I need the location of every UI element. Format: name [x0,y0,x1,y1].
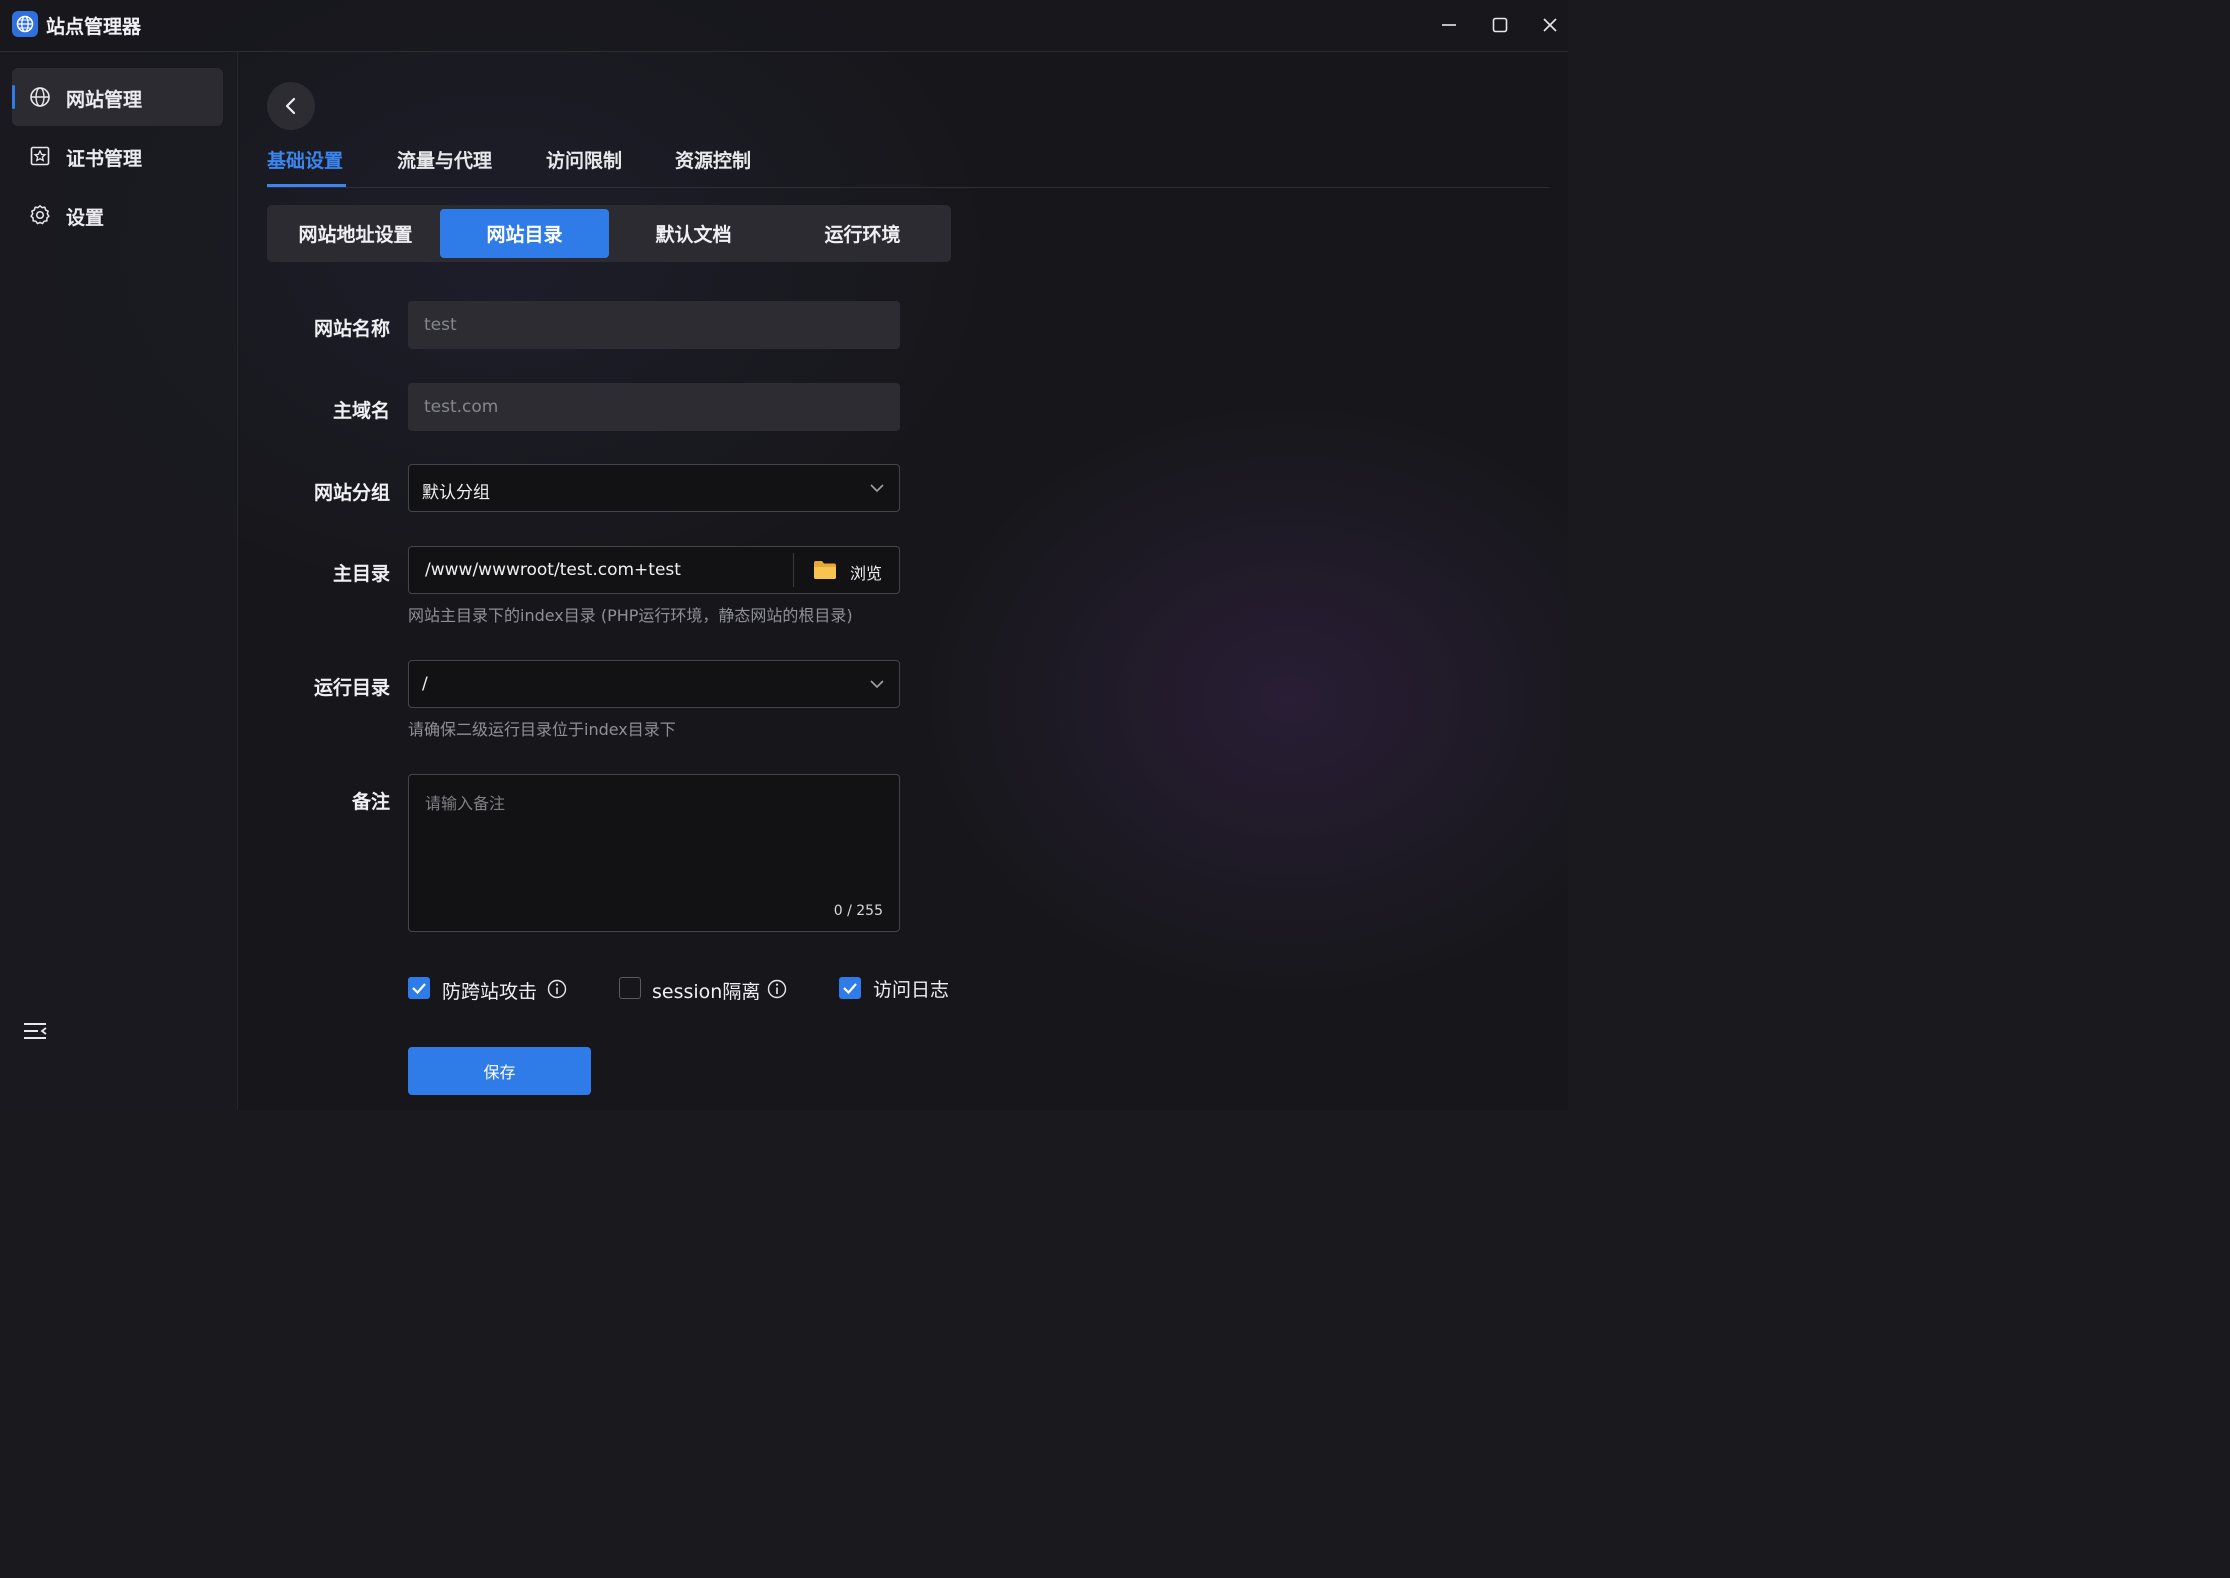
app-logo-icon [12,11,38,37]
certificate-icon [30,146,50,166]
subtab-site-directory[interactable]: 网站目录 [440,209,609,258]
group-select-value: 默认分组 [422,483,490,503]
save-button[interactable]: 保存 [408,1047,591,1095]
info-icon[interactable] [767,979,787,999]
remark-textarea[interactable]: 请输入备注 0 / 255 [408,774,900,932]
subtab-default-document[interactable]: 默认文档 [609,209,778,258]
subtab-runtime[interactable]: 运行环境 [778,209,947,258]
root-dir-group: 浏览 [408,546,900,594]
anti-xss-label: 防跨站攻击 [442,981,538,1003]
run-dir-select-value: / [422,674,428,694]
menu-collapse-icon[interactable] [22,1020,48,1042]
active-tab-underline [267,184,346,187]
active-indicator [12,85,15,109]
sidebar-item-site-management[interactable]: 网站管理 [12,68,223,126]
close-icon[interactable] [1537,12,1563,38]
remark-label: 备注 [351,791,390,813]
group-label: 网站分组 [313,482,390,504]
sidebar-item-settings[interactable]: 设置 [12,186,223,244]
sidebar-item-label: 设置 [66,207,105,229]
title-bar: 站点管理器 [0,0,1568,52]
folder-icon [814,561,836,579]
session-isolation-label: session隔离 [652,981,761,1003]
site-name-field [408,301,900,349]
chevron-down-icon [870,484,884,493]
maximize-icon[interactable] [1487,12,1513,38]
root-dir-input[interactable] [409,547,793,593]
sidebar-item-label: 网站管理 [66,89,143,111]
run-dir-label: 运行目录 [313,677,390,699]
domain-label: 主域名 [332,400,390,422]
group-select[interactable]: 默认分组 [408,464,900,512]
tab-resource-control[interactable]: 资源控制 [675,146,751,173]
browse-button[interactable]: 浏览 [794,547,899,593]
run-dir-hint: 请确保二级运行目录位于index目录下 [408,720,676,739]
sidebar-item-certificates[interactable]: 证书管理 [12,127,223,185]
sidebar-item-label: 证书管理 [66,148,143,170]
checkmark-icon [412,983,426,995]
chevron-down-icon [870,680,884,689]
app-window: 站点管理器 网站管理 证书管理 设置 基础设置 流量与代理 访问限制 资源控制 … [0,0,1568,1110]
sub-tabs: 网站地址设置 网站目录 默认文档 运行环境 [267,205,951,262]
root-dir-label: 主目录 [332,563,390,585]
gear-icon [30,205,50,225]
back-button[interactable] [267,82,315,130]
root-dir-hint: 网站主目录下的index目录 (PHP运行环境，静态网站的根目录) [408,606,853,625]
access-log-checkbox[interactable] [839,977,861,999]
domain-field [408,383,900,431]
main-tabs: 基础设置 流量与代理 访问限制 资源控制 [267,140,1549,188]
minimize-icon[interactable] [1436,12,1462,38]
session-isolation-checkbox[interactable] [619,977,641,999]
run-dir-select[interactable]: / [408,660,900,708]
subtab-site-address[interactable]: 网站地址设置 [271,209,440,258]
sidebar: 网站管理 证书管理 设置 [0,52,238,1110]
remark-placeholder: 请输入备注 [425,794,506,813]
globe-icon [30,87,50,107]
tab-traffic-proxy[interactable]: 流量与代理 [397,146,492,173]
access-log-label: 访问日志 [873,979,950,1001]
info-icon[interactable] [547,979,567,999]
anti-xss-checkbox[interactable] [408,977,430,999]
browse-label: 浏览 [850,564,883,583]
site-name-label: 网站名称 [313,318,390,340]
tab-basic-settings[interactable]: 基础设置 [267,146,343,173]
app-title: 站点管理器 [46,16,142,38]
chevron-left-icon [285,97,296,115]
tab-access-limits[interactable]: 访问限制 [546,146,622,173]
checkmark-icon [843,983,857,995]
remark-char-counter: 0 / 255 [833,903,883,919]
